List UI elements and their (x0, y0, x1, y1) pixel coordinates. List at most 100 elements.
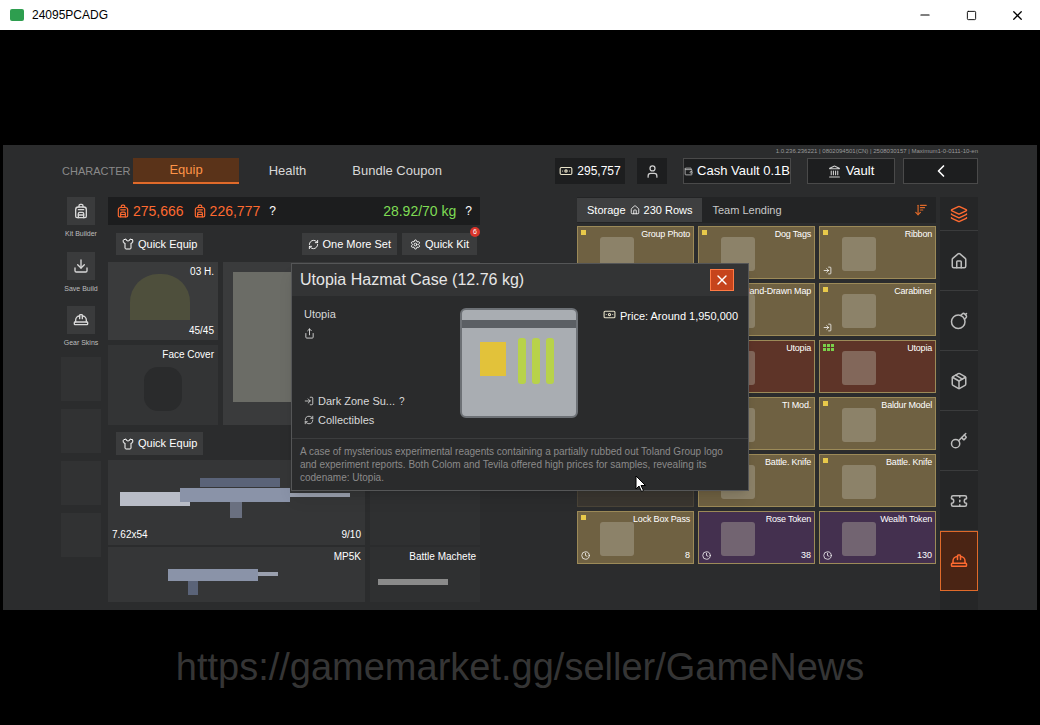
sidebar-item[interactable] (940, 531, 978, 591)
kit-badge: 6 (470, 227, 480, 237)
item-count: 38 (801, 550, 811, 561)
new-mark-icon (702, 230, 707, 235)
help-button[interactable]: ? (465, 202, 472, 220)
new-mark-icon (823, 287, 828, 292)
item-picture (600, 522, 634, 556)
nav-tab[interactable]: Health (255, 158, 321, 184)
quick-equip-button[interactable]: Quick Equip (116, 233, 203, 255)
sort-button[interactable] (906, 198, 936, 222)
sidebar-item[interactable] (940, 291, 978, 351)
sort-icon (914, 203, 928, 217)
home-icon (630, 205, 640, 215)
item-name: Battle. Knife (765, 457, 811, 468)
minimize-icon (918, 8, 932, 22)
sidebar-item[interactable] (940, 411, 978, 471)
value-icon (116, 204, 130, 218)
item-name: Rose Token (766, 514, 811, 525)
new-mark-icon (581, 230, 586, 235)
side-bar (940, 197, 978, 610)
item-name: Lock Box Pass (633, 514, 690, 525)
quick-kit-button[interactable]: Quick Kit6 (402, 233, 477, 255)
cash-vault-icon (684, 165, 693, 178)
smg-icon (168, 561, 278, 597)
money-icon (559, 164, 573, 178)
item-count: 130 (917, 550, 932, 561)
item-slot[interactable]: Rose Token 38 (698, 511, 815, 564)
tool-icon (73, 258, 89, 274)
sidebar-item[interactable] (940, 471, 978, 531)
currency-display: 295,757 (555, 158, 625, 184)
help-button[interactable]: ? (269, 202, 276, 220)
item-name: Battle. Knife (886, 457, 932, 468)
profile-button[interactable] (637, 158, 667, 184)
new-mark-icon (823, 458, 828, 463)
mask-picture (144, 367, 182, 411)
price-icon (603, 308, 616, 321)
machete-picture (378, 579, 448, 585)
item-slot[interactable]: Ribbon (819, 226, 936, 279)
face-cover-slot[interactable]: Face Cover (108, 345, 218, 425)
window-title: 24095PCADG (32, 6, 108, 24)
back-button[interactable] (903, 158, 978, 184)
item-picture (842, 237, 876, 271)
help-button[interactable]: ? (399, 394, 405, 409)
sidebar-item[interactable] (940, 351, 978, 411)
timer-icon (702, 551, 711, 560)
item-slot[interactable]: Wealth Token 130 (819, 511, 936, 564)
sidebar-icon (950, 312, 968, 330)
game-screen: 1.0.236.236221 | 0802094501(CN) | 250803… (3, 145, 1037, 610)
timer-icon (823, 551, 832, 560)
close-icon (1010, 8, 1025, 23)
refresh-icon (308, 239, 319, 250)
item-slot[interactable]: Lock Box Pass 8 (577, 511, 694, 564)
close-icon (714, 272, 730, 288)
nav-tab[interactable]: Bundle Coupon (338, 158, 456, 184)
one-more-set-button[interactable]: One More Set (302, 233, 397, 255)
item-detail-popup: Utopia Hazmat Case (12.76 kg)UtopiaDark … (291, 263, 749, 491)
storage-tab[interactable]: Team Lending (702, 198, 791, 222)
sidebar-icon (950, 372, 968, 390)
item-slot[interactable]: Carabiner (819, 283, 936, 336)
maximize-button[interactable] (948, 0, 994, 30)
tool-button[interactable]: Kit Builder (65, 197, 97, 240)
sidebar-icon (950, 552, 968, 570)
tool-icon (73, 203, 89, 219)
sidebar-item[interactable] (940, 231, 978, 291)
minimize-button[interactable] (902, 0, 948, 30)
sidebar-icon (950, 492, 968, 510)
melee-slot[interactable]: Battle Machete (370, 547, 480, 602)
share-icon[interactable] (304, 328, 315, 339)
item-slot[interactable]: Baldur Model (819, 397, 936, 450)
item-picture (842, 408, 876, 442)
popup-close-button[interactable] (710, 269, 734, 291)
quick-equip-button[interactable]: Quick Equip (116, 432, 203, 455)
close-button[interactable] (994, 0, 1040, 30)
tool-button[interactable]: Gear Skins (64, 306, 99, 349)
cash-vault-button[interactable]: Cash Vault 0.1B (683, 158, 791, 184)
item-count: 8 (685, 550, 690, 561)
item-picture (721, 522, 755, 556)
storage-tab[interactable]: Storage230 Rows (577, 198, 702, 222)
item-picture (842, 294, 876, 328)
item-name: Utopia (907, 343, 932, 354)
nav-tab[interactable]: Equip (133, 158, 238, 184)
empty-tool-slot (61, 461, 101, 505)
item-slot[interactable]: Battle. Knife (819, 454, 936, 507)
item-name: Carabiner (894, 286, 932, 297)
helmet-slot[interactable]: 03 H.45/45 (108, 262, 218, 340)
secondary-weapon-slot[interactable]: MP5K (108, 547, 365, 602)
profile-icon (645, 164, 660, 179)
app-window: 24095PCADG 1.0.236.236221 | 0802094501(CN… (0, 0, 1040, 725)
sidebar-icon (950, 205, 968, 223)
transfer-icon (823, 323, 832, 332)
item-slot[interactable]: Utopia (819, 340, 936, 393)
item-name: Wealth Token (880, 514, 932, 525)
tool-button[interactable]: Save Build (64, 252, 97, 295)
top-bar: 1.0.236.236221 | 0802094501(CN) | 250803… (59, 145, 978, 197)
sidebar-item[interactable] (940, 197, 978, 231)
item-name: TI Mod. (782, 400, 811, 411)
item-picture (842, 351, 876, 385)
vault-button[interactable]: Vault (807, 158, 895, 184)
maximize-icon (966, 10, 977, 21)
title-bar: 24095PCADG (0, 0, 1040, 30)
